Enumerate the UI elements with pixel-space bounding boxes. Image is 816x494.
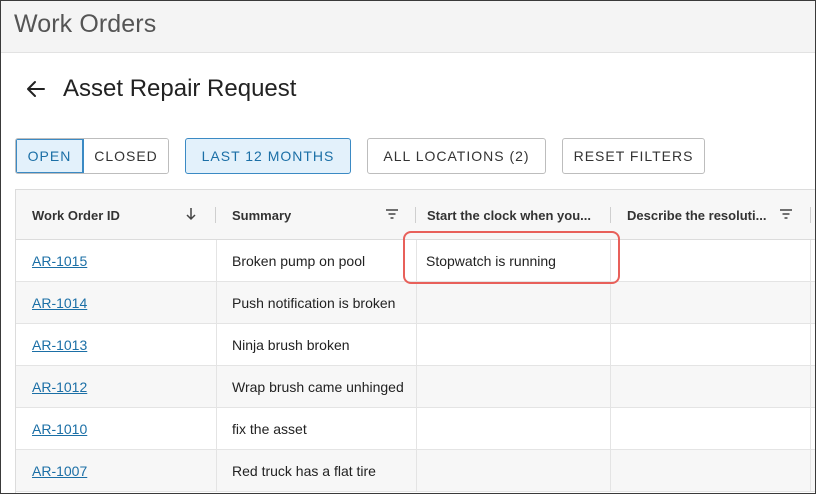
clock-cell[interactable]: Stopwatch is running bbox=[426, 240, 611, 281]
resolution-cell[interactable] bbox=[626, 240, 811, 281]
cell-divider bbox=[810, 450, 811, 492]
column-header-start-clock[interactable]: Start the clock when you... bbox=[427, 190, 612, 240]
work-order-id-link[interactable]: AR-1015 bbox=[32, 240, 212, 281]
clock-cell[interactable] bbox=[426, 366, 611, 407]
cell-divider bbox=[810, 240, 811, 282]
page-title: Asset Repair Request bbox=[63, 75, 297, 102]
cell-divider bbox=[216, 408, 217, 450]
summary-cell: Red truck has a flat tire bbox=[232, 462, 376, 479]
cell-divider bbox=[416, 240, 417, 282]
table-row[interactable]: AR-1012 Wrap brush came unhinged bbox=[16, 366, 815, 408]
status-toggle: OPEN CLOSED bbox=[15, 138, 169, 174]
app-header: Work Orders bbox=[1, 1, 815, 53]
summary-cell: Broken pump on pool bbox=[232, 252, 366, 269]
table-row[interactable]: AR-1014 Push notification is broken bbox=[16, 282, 815, 324]
cell-divider bbox=[416, 408, 417, 450]
arrow-left-icon bbox=[27, 81, 45, 97]
column-divider[interactable] bbox=[810, 207, 811, 223]
cell-divider bbox=[216, 450, 217, 492]
column-divider[interactable] bbox=[610, 207, 611, 223]
resolution-cell[interactable] bbox=[626, 282, 811, 323]
table-header: Work Order ID Summary Start the clock wh… bbox=[16, 190, 815, 240]
column-header-label: Start the clock when you... bbox=[427, 207, 591, 223]
cell-divider bbox=[610, 282, 611, 324]
cell-divider bbox=[810, 282, 811, 324]
table-row[interactable]: AR-1007 Red truck has a flat tire bbox=[16, 450, 815, 492]
work-order-id-link[interactable]: AR-1014 bbox=[32, 282, 212, 323]
summary-cell: fix the asset bbox=[232, 420, 307, 437]
date-range-button[interactable]: LAST 12 MONTHS bbox=[185, 138, 351, 174]
back-button[interactable] bbox=[22, 75, 50, 103]
column-header-label: Work Order ID bbox=[32, 207, 120, 223]
closed-toggle-button[interactable]: CLOSED bbox=[84, 139, 168, 173]
summary-cell: Wrap brush came unhinged bbox=[232, 378, 404, 395]
cell-divider bbox=[416, 282, 417, 324]
column-divider[interactable] bbox=[215, 207, 216, 223]
clock-cell[interactable] bbox=[426, 282, 611, 323]
cell-divider bbox=[216, 324, 217, 366]
cell-divider bbox=[810, 366, 811, 408]
cell-divider bbox=[610, 366, 611, 408]
summary-cell: Push notification is broken bbox=[232, 294, 396, 311]
cell-divider bbox=[216, 240, 217, 282]
clock-cell[interactable] bbox=[426, 324, 611, 365]
cell-divider bbox=[416, 450, 417, 492]
work-order-id-link[interactable]: AR-1013 bbox=[32, 324, 212, 365]
work-orders-table: Work Order ID Summary Start the clock wh… bbox=[15, 189, 815, 493]
sort-arrow-down-icon[interactable] bbox=[183, 206, 199, 222]
locations-button[interactable]: ALL LOCATIONS (2) bbox=[367, 138, 546, 174]
cell-divider bbox=[416, 324, 417, 366]
clock-cell[interactable] bbox=[426, 450, 611, 491]
column-header-resolution[interactable]: Describe the resoluti... bbox=[627, 190, 777, 240]
summary-cell: Ninja brush broken bbox=[232, 336, 350, 353]
work-order-id-link[interactable]: AR-1012 bbox=[32, 366, 212, 407]
cell-divider bbox=[610, 408, 611, 450]
cell-divider bbox=[810, 324, 811, 366]
cell-divider bbox=[416, 366, 417, 408]
cell-divider bbox=[810, 408, 811, 450]
column-header-work-order-id[interactable]: Work Order ID bbox=[32, 190, 192, 240]
reset-filters-button[interactable]: RESET FILTERS bbox=[562, 138, 705, 174]
open-toggle-button[interactable]: OPEN bbox=[16, 139, 84, 173]
filter-icon[interactable] bbox=[778, 206, 794, 222]
resolution-cell[interactable] bbox=[626, 324, 811, 365]
table-row[interactable]: AR-1010 fix the asset bbox=[16, 408, 815, 450]
clock-cell[interactable] bbox=[426, 408, 611, 449]
cell-divider bbox=[610, 450, 611, 492]
page-header: Asset Repair Request bbox=[1, 61, 815, 121]
column-header-label: Summary bbox=[232, 207, 292, 223]
resolution-cell[interactable] bbox=[626, 408, 811, 449]
filter-icon[interactable] bbox=[384, 206, 400, 222]
table-row[interactable]: AR-1013 Ninja brush broken bbox=[16, 324, 815, 366]
column-divider[interactable] bbox=[415, 207, 416, 223]
resolution-cell[interactable] bbox=[626, 450, 811, 491]
cell-divider bbox=[610, 324, 611, 366]
work-order-id-link[interactable]: AR-1010 bbox=[32, 408, 212, 449]
work-order-id-link[interactable]: AR-1007 bbox=[32, 450, 212, 491]
cell-divider bbox=[610, 240, 611, 282]
cell-divider bbox=[216, 366, 217, 408]
table-row[interactable]: AR-1015 Broken pump on pool Stopwatch is… bbox=[16, 240, 815, 282]
app-title: Work Orders bbox=[14, 10, 157, 38]
column-header-label: Describe the resoluti... bbox=[627, 207, 767, 223]
cell-divider bbox=[216, 282, 217, 324]
app-frame: Work Orders Asset Repair Request OPEN CL… bbox=[0, 0, 816, 494]
column-header-summary[interactable]: Summary bbox=[232, 190, 382, 240]
resolution-cell[interactable] bbox=[626, 366, 811, 407]
